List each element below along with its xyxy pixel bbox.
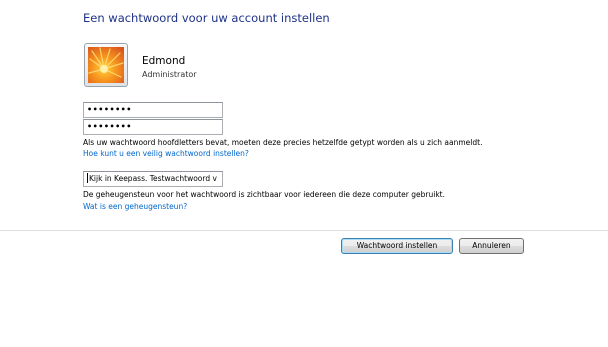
new-password-field[interactable]: ••••••••	[83, 102, 223, 118]
flower-picture-icon	[88, 47, 124, 83]
what-is-hint-link[interactable]: Wat is een geheugensteun?	[83, 202, 187, 211]
password-hint-value: Kijk in Keepass. Testwachtwoord v	[89, 174, 217, 183]
set-password-button[interactable]: Wachtwoord instellen	[341, 238, 453, 254]
new-password-value: ••••••••	[87, 105, 132, 114]
case-sensitivity-info: Als uw wachtwoord hoofdletters bevat, mo…	[83, 138, 483, 147]
cancel-button[interactable]: Annuleren	[459, 238, 524, 254]
text-caret	[87, 173, 88, 183]
user-name: Edmond	[142, 55, 186, 67]
page-title: Een wachtwoord voor uw account instellen	[83, 11, 330, 25]
confirm-password-field[interactable]: ••••••••	[83, 119, 223, 135]
divider	[0, 230, 608, 231]
secure-password-link[interactable]: Hoe kunt u een veilig wachtwoord instell…	[83, 149, 249, 158]
password-hint-field[interactable]: Kijk in Keepass. Testwachtwoord v	[83, 171, 223, 187]
user-role: Administrator	[142, 70, 197, 79]
confirm-password-value: ••••••••	[87, 122, 132, 131]
user-avatar	[84, 43, 128, 87]
hint-visibility-info: De geheugensteun voor het wachtwoord is …	[83, 190, 445, 199]
